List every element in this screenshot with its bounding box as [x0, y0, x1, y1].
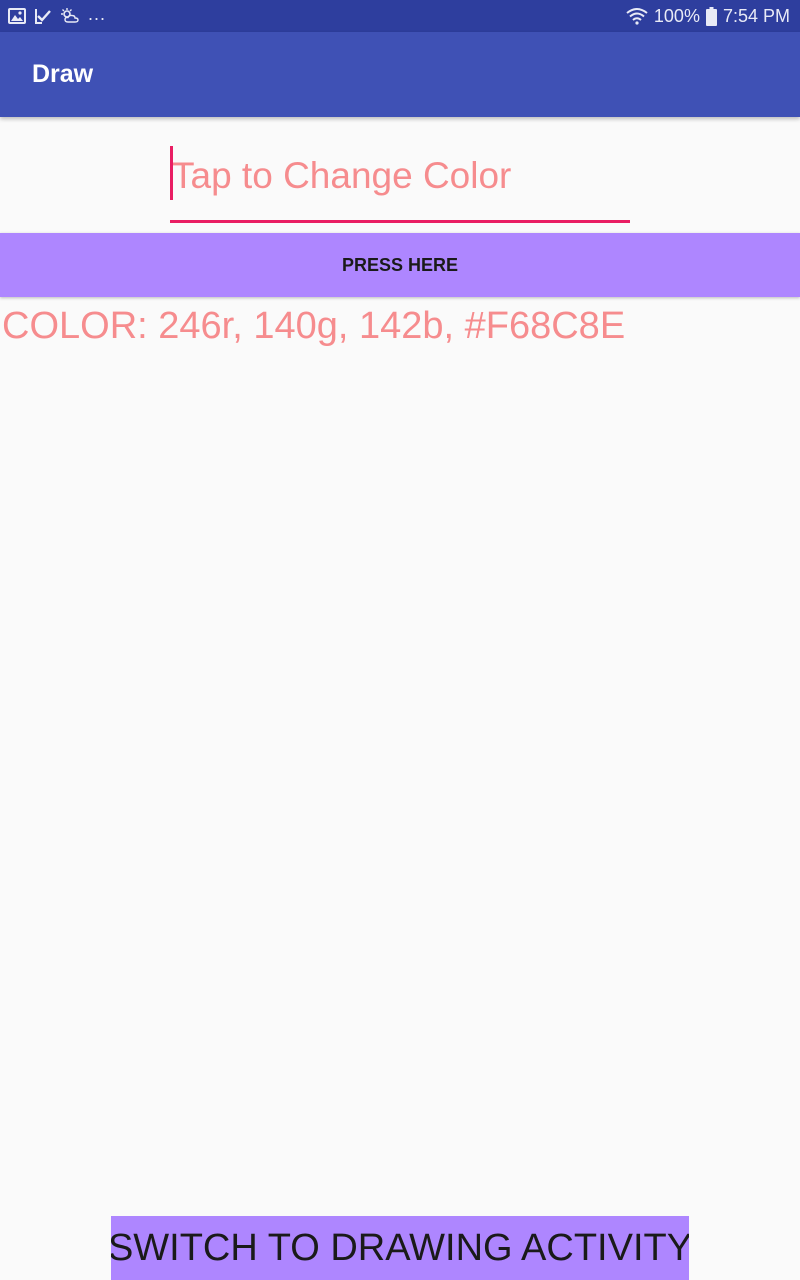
text-cursor [170, 146, 173, 200]
battery-icon [705, 6, 717, 26]
color-input[interactable] [170, 152, 632, 200]
gallery-icon [8, 8, 26, 24]
color-input-container[interactable] [170, 146, 632, 224]
app-title: Draw [32, 60, 94, 88]
more-notifications-indicator: ... [88, 3, 107, 24]
input-underline [170, 220, 630, 223]
status-bar-right: 100% 7:54 PM [626, 0, 790, 32]
status-bar: ... 100% 7:54 PM [0, 0, 800, 32]
clock: 7:54 PM [722, 5, 790, 26]
switch-to-drawing-activity-button[interactable]: SWITCH TO DRAWING ACTIVITY [111, 1216, 689, 1280]
battery-percent: 100% [653, 5, 700, 26]
download-check-icon [34, 8, 52, 24]
wifi-icon [626, 7, 648, 25]
app-bar: Draw [0, 32, 800, 117]
press-here-button[interactable]: PRESS HERE [0, 233, 800, 297]
status-bar-left: ... [8, 0, 106, 32]
weather-icon [60, 8, 80, 24]
color-readout: COLOR: 246r, 140g, 142b, #F68C8E [2, 305, 626, 347]
